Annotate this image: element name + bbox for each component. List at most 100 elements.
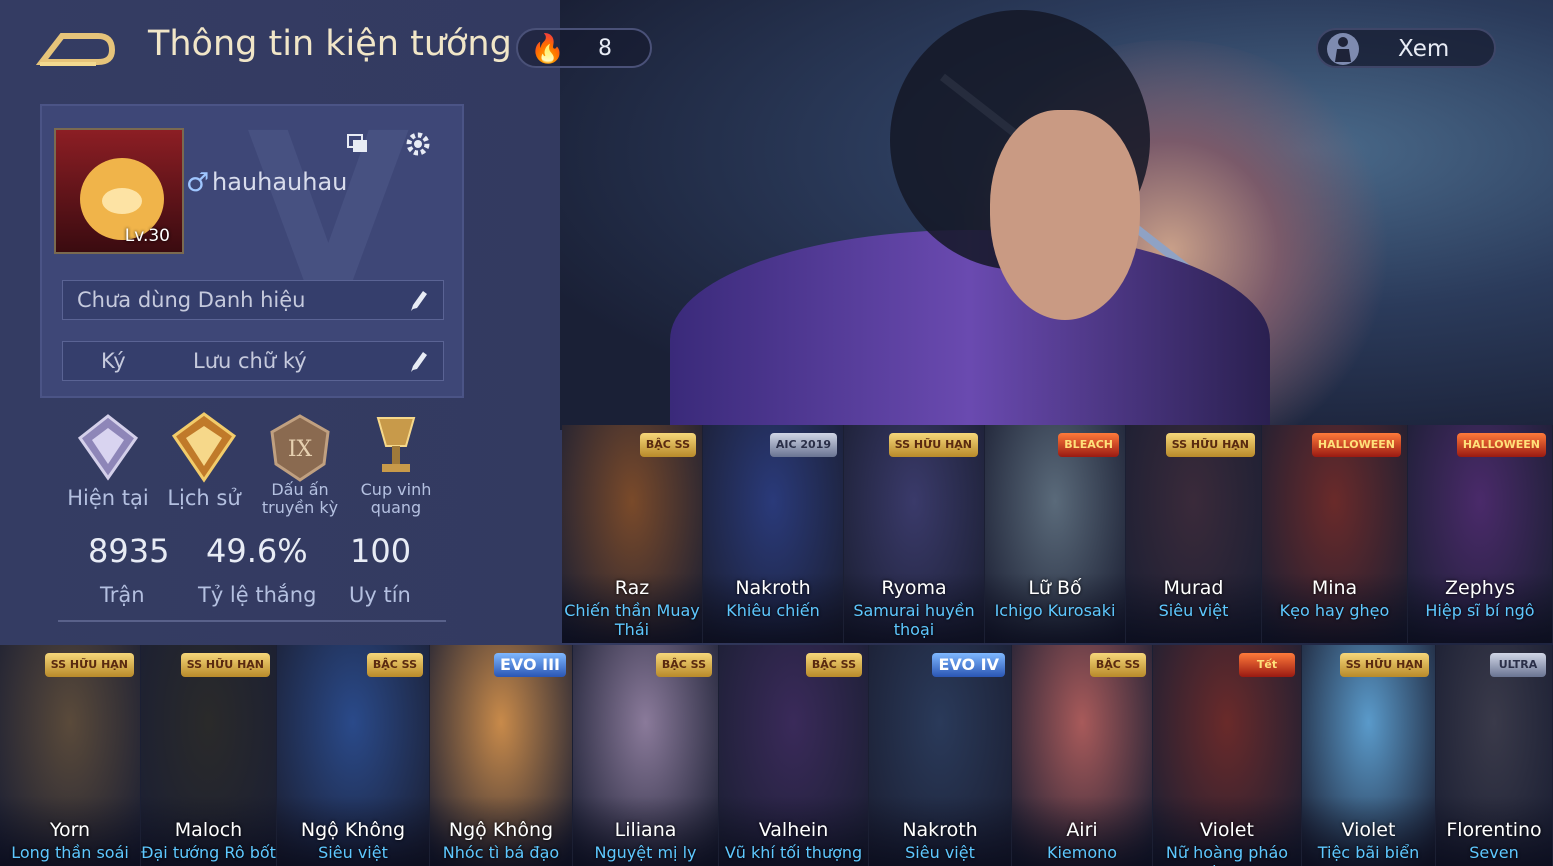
badge-label: Hiện tại [67, 486, 149, 510]
cards-icon[interactable] [346, 132, 370, 156]
skin-name: Siêu việt [905, 843, 975, 862]
hero-name: Liliana [614, 819, 677, 841]
hero-skin-card[interactable]: EVO III Ngộ Không Nhóc tì bá đạo [430, 645, 573, 866]
hero-skin-card[interactable]: EVO IV Nakroth Siêu việt [869, 645, 1012, 866]
hero-skin-card[interactable]: BẬC SS Raz Chiến thần Muay Thái [562, 425, 703, 643]
hero-name: Ngộ Không [300, 819, 406, 841]
skin-name: Hiệp sĩ bí ngô [1425, 601, 1535, 620]
skin-tier-badge: BLEACH [1058, 433, 1119, 457]
win-rate-label: Tỷ lệ thắng [198, 583, 317, 607]
hero-name: Ngộ Không [448, 819, 554, 841]
skin-tier-badge: BẬC SS [655, 653, 712, 677]
hero-skin-card[interactable]: SS HỮU HẠN Yorn Long thần soái [0, 645, 141, 866]
flame-icon: 🔥 [530, 32, 565, 65]
skin-tier-badge: Tết [1239, 653, 1295, 677]
edit-pencil-icon[interactable] [407, 287, 431, 313]
badge-label: Dấu ấn truyền kỳ [261, 480, 339, 517]
title-field-text: Chưa dùng Danh hiệu [77, 288, 306, 312]
hero-skin-card[interactable]: HALLOWEEN Zephys Hiệp sĩ bí ngô [1408, 425, 1553, 643]
hero-skin-card[interactable]: BLEACH Lữ Bố Ichigo Kurosaki [985, 425, 1126, 643]
level-label: Lv.30 [124, 226, 170, 246]
skin-tier-badge: EVO III [493, 653, 566, 677]
skin-tier-badge: HALLOWEEN [1311, 433, 1401, 457]
signature-label: Ký [101, 349, 126, 373]
hero-skin-card[interactable]: BẬC SS Valhein Vũ khí tối thượng [719, 645, 869, 866]
skin-name: Samurai huyền thoại [853, 601, 975, 639]
hero-name: Valhein [758, 819, 829, 841]
hero-name: Zephys [1445, 577, 1515, 599]
skin-tier-badge: BẬC SS [639, 433, 696, 457]
hero-name: Ryoma [881, 577, 947, 599]
edit-pencil-icon[interactable] [407, 348, 431, 374]
username: hauhauhau [212, 168, 348, 196]
profile-card: V Lv.30 ♂ hauhauhau Chưa dùng Danh hiệu … [40, 104, 464, 398]
hero-skin-card[interactable]: HALLOWEEN Mina Kẹo hay ghẹo [1262, 425, 1408, 643]
hero-name: Florentino [1446, 819, 1542, 841]
hero-name: Nakroth [735, 577, 811, 599]
skin-name: Khiêu chiến [726, 601, 820, 620]
avatar[interactable]: Lv.30 [54, 128, 184, 254]
hero-skin-card[interactable]: BẬC SS Airi Kiemono [1012, 645, 1153, 866]
rank-current-icon[interactable] [70, 412, 146, 484]
signature-field-text: Lưu chữ ký [193, 349, 307, 373]
hero-skin-card[interactable]: Tết Violet Nữ hoàng pháo hoa [1153, 645, 1302, 866]
skin-name: Seven [1469, 843, 1519, 862]
hero-name: Violet [1341, 819, 1396, 841]
legendary-mark-emblem: IX [288, 437, 313, 462]
skin-tier-badge: BẬC SS [366, 653, 423, 677]
skin-name: Đại tướng Rô bốt [141, 843, 276, 862]
page-title: Thông tin kiện tướng [148, 24, 512, 64]
reputation-label: Uy tín [349, 583, 411, 607]
skin-tier-badge: AIC 2019 [769, 433, 837, 457]
skin-name: Kẹo hay ghẹo [1279, 601, 1390, 620]
glory-cup-icon[interactable] [358, 412, 434, 484]
skin-tier-badge: SS HỮU HẠN [180, 653, 270, 677]
hero-name: Murad [1163, 577, 1224, 599]
skin-name: Nguyệt mị ly [594, 843, 697, 862]
skin-tier-badge: HALLOWEEN [1456, 433, 1546, 457]
hero-name: Raz [614, 577, 650, 599]
badge-label: Cup vinh quang [360, 480, 432, 517]
skin-name: Chiến thần Muay Thái [564, 601, 700, 639]
matches-label: Trận [100, 583, 145, 607]
skin-name: Nữ hoàng pháo hoa [1165, 843, 1289, 866]
skin-tier-badge: SS HỮU HẠN [1339, 653, 1429, 677]
skin-tier-badge: ULTRA [1490, 653, 1546, 677]
hero-skin-card[interactable]: BẬC SS Liliana Nguyệt mị ly [573, 645, 719, 866]
win-rate: 49.6% [206, 532, 308, 570]
hero-profile-screen: { "header": { "title": "Thông tin kiện t… [0, 0, 1553, 866]
hero-name: Violet [1200, 819, 1254, 841]
rank-history-icon[interactable] [166, 412, 242, 484]
hero-name: Airi [1066, 819, 1098, 841]
skin-name: Tiệc bãi biển [1317, 843, 1420, 862]
signature-field[interactable]: Ký Lưu chữ ký [62, 341, 444, 381]
reputation: 100 [350, 532, 412, 570]
view-button[interactable]: Xem [1316, 28, 1496, 68]
hero-name: Nakroth [902, 819, 978, 841]
skin-name: Long thần soái [11, 843, 129, 862]
title-field[interactable]: Chưa dùng Danh hiệu [62, 280, 444, 320]
flame-count: 8 [598, 36, 612, 61]
hero-name: Mina [1311, 577, 1358, 599]
view-button-label: Xem [1398, 36, 1450, 62]
hero-skin-card[interactable]: SS HỮU HẠN Violet Tiệc bãi biển [1302, 645, 1436, 866]
hero-name: Yorn [49, 819, 91, 841]
hero-name: Lữ Bố [1028, 577, 1082, 599]
skin-tier-badge: SS HỮU HẠN [44, 653, 134, 677]
legendary-mark-icon[interactable]: IX [262, 412, 338, 484]
hero-skin-card[interactable]: SS HỮU HẠN Murad Siêu việt [1126, 425, 1262, 643]
skin-name: Nhóc tì bá đạo [442, 843, 560, 862]
skin-name: Vũ khí tối thượng [724, 843, 863, 862]
skin-tier-badge: BẬC SS [1089, 653, 1146, 677]
hero-skin-card[interactable]: AIC 2019 Nakroth Khiêu chiến [703, 425, 844, 643]
gear-icon[interactable] [402, 128, 434, 160]
hero-skin-card[interactable]: BẬC SS Ngộ Không Siêu việt [277, 645, 430, 866]
hero-skin-card[interactable]: SS HỮU HẠN Maloch Đại tướng Rô bốt [141, 645, 277, 866]
skin-name: Ichigo Kurosaki [994, 601, 1116, 620]
hero-skin-card[interactable]: SS HỮU HẠN Ryoma Samurai huyền thoại [844, 425, 985, 643]
back-icon[interactable] [35, 28, 116, 68]
skin-tier-badge: BẬC SS [805, 653, 862, 677]
skin-tier-badge: SS HỮU HẠN [1165, 433, 1255, 457]
hero-skin-card[interactable]: ULTRA Florentino Seven [1436, 645, 1553, 866]
divider [58, 620, 446, 622]
